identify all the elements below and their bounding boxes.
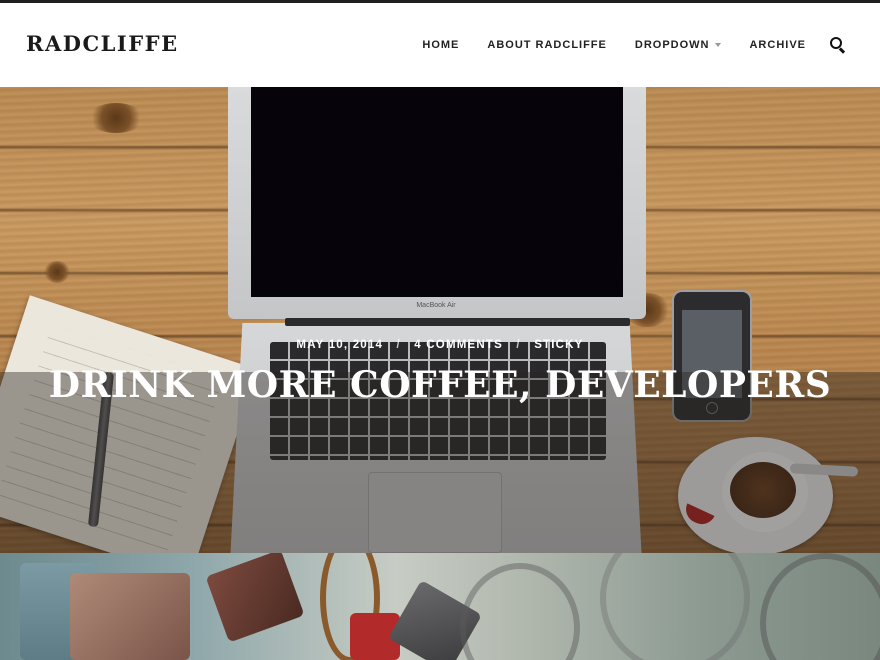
- padlock-image: [70, 573, 190, 660]
- nav-item-dropdown[interactable]: DROPDOWN: [635, 39, 722, 51]
- meta-separator: /: [396, 339, 401, 351]
- nav-item-label: ABOUT RADCLIFFE: [487, 39, 607, 51]
- fence-wire-image: [600, 553, 750, 660]
- fence-wire-image: [460, 563, 580, 660]
- post-meta: MAY 10, 2014 / 4 COMMENTS / STICKY: [0, 339, 880, 351]
- wood-knot: [88, 103, 144, 133]
- second-post-image[interactable]: [0, 553, 880, 660]
- featured-post-hero[interactable]: MacBook Air: [0, 87, 880, 553]
- nav-item-home[interactable]: HOME: [422, 39, 459, 51]
- meta-separator: /: [516, 339, 521, 351]
- wood-knot: [44, 261, 70, 283]
- site-header: RADCLIFFE HOME ABOUT RADCLIFFE DROPDOWN …: [0, 3, 880, 87]
- nav-item-about[interactable]: ABOUT RADCLIFFE: [487, 39, 607, 51]
- main-navigation: HOME ABOUT RADCLIFFE DROPDOWN ARCHIVE: [422, 3, 846, 87]
- chevron-down-icon: [715, 43, 722, 47]
- site-logo[interactable]: RADCLIFFE: [26, 31, 179, 56]
- post-date[interactable]: MAY 10, 2014: [296, 339, 383, 351]
- nav-item-label: DROPDOWN: [634, 39, 710, 51]
- search-icon-handle: [839, 47, 846, 54]
- post-title[interactable]: DRINK MORE COFFEE, DEVELOPERS: [0, 364, 880, 406]
- laptop-hinge: [285, 318, 630, 326]
- post-category-link[interactable]: STICKY: [534, 339, 583, 351]
- laptop-screen: [251, 87, 623, 297]
- nav-item-label: ARCHIVE: [749, 39, 806, 51]
- fence-wire-image: [760, 553, 880, 660]
- nav-item-label: HOME: [422, 39, 460, 51]
- post-comments-link[interactable]: 4 COMMENTS: [414, 339, 503, 351]
- padlock-image: [205, 553, 305, 643]
- nav-item-archive[interactable]: ARCHIVE: [749, 39, 806, 51]
- laptop-brand-label: MacBook Air: [416, 302, 456, 309]
- search-icon[interactable]: [830, 37, 846, 54]
